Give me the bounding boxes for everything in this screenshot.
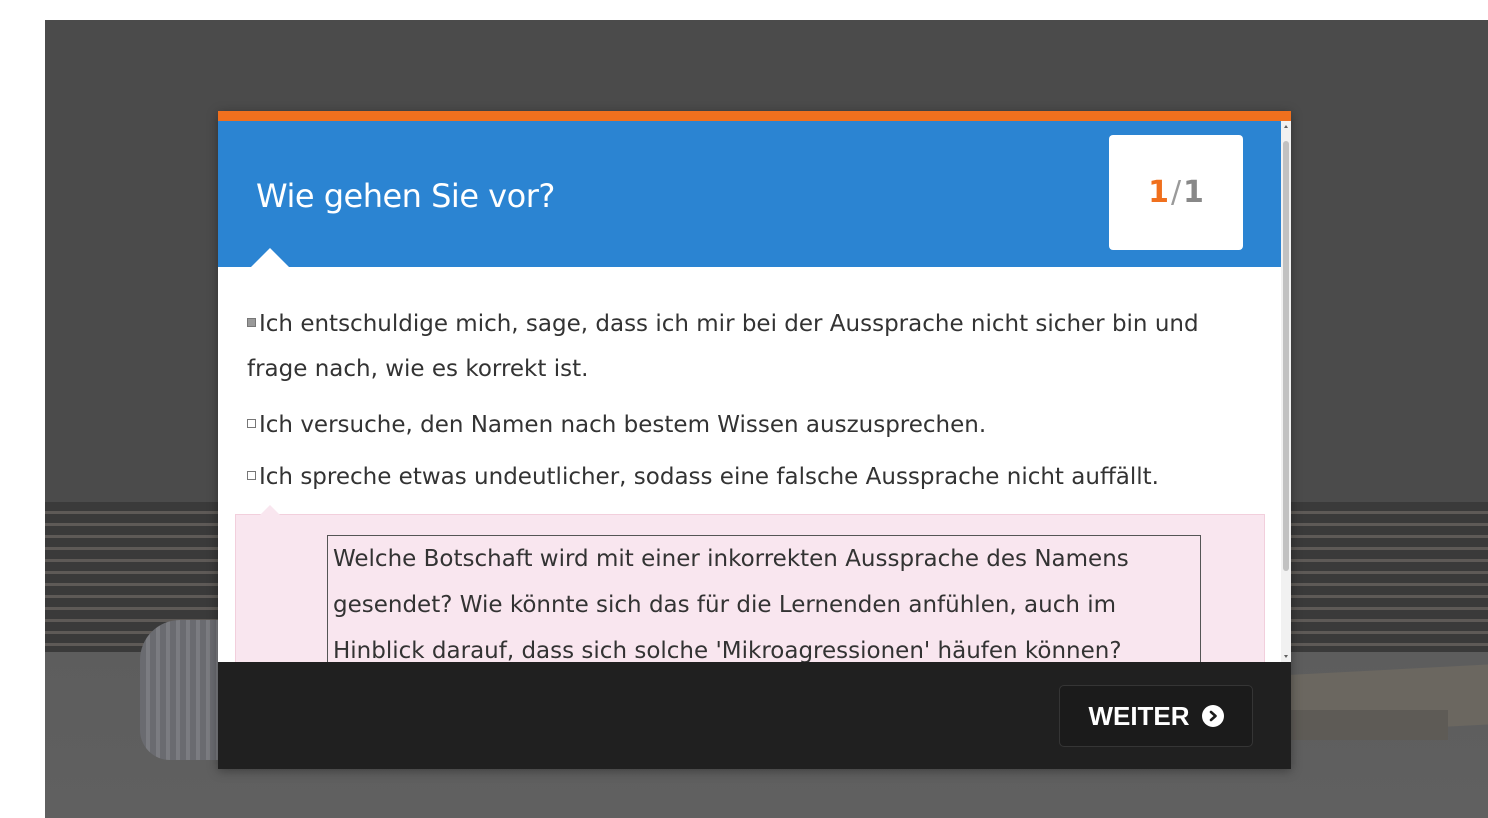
modal-footer: WEITER [218, 662, 1291, 769]
modal-accent-bar [218, 111, 1291, 121]
answer-option-2[interactable]: Ich versuche, den Namen nach bestem Wiss… [247, 403, 1237, 448]
feedback-text: Welche Botschaft wird mit einer inkorrek… [327, 535, 1201, 662]
scroll-up-arrow-icon[interactable] [1284, 125, 1288, 128]
content-scrollbar[interactable] [1281, 121, 1291, 662]
next-button[interactable]: WEITER [1059, 685, 1253, 747]
question-title: Wie gehen Sie vor? [256, 177, 555, 215]
checkbox-icon[interactable] [247, 419, 256, 428]
modal-header: Wie gehen Sie vor? 1 / 1 [218, 121, 1281, 267]
checkbox-checked-icon[interactable] [247, 318, 256, 327]
feedback-notch [260, 505, 280, 515]
background-papers-stack [1268, 710, 1448, 740]
answer-option-label: Ich versuche, den Namen nach bestem Wiss… [259, 412, 987, 438]
counter-total: 1 [1183, 175, 1204, 210]
counter-current: 1 [1148, 175, 1169, 210]
question-counter: 1 / 1 [1109, 135, 1243, 250]
header-notch [251, 248, 289, 267]
checkbox-icon[interactable] [247, 471, 256, 480]
chevron-circle-right-icon [1201, 705, 1224, 727]
answer-option-3[interactable]: Ich spreche etwas undeutlicher, sodass e… [247, 455, 1237, 500]
answer-option-label: Ich entschuldige mich, sage, dass ich mi… [247, 311, 1199, 382]
modal-content: Ich entschuldige mich, sage, dass ich mi… [218, 267, 1281, 662]
counter-separator: / [1170, 175, 1182, 210]
answer-option-1[interactable]: Ich entschuldige mich, sage, dass ich mi… [247, 302, 1237, 392]
next-button-label: WEITER [1088, 700, 1190, 731]
scroll-down-arrow-icon[interactable] [1284, 655, 1288, 658]
feedback-panel: Welche Botschaft wird mit einer inkorrek… [235, 505, 1265, 662]
answer-option-label: Ich spreche etwas undeutlicher, sodass e… [259, 464, 1159, 490]
question-modal: Wie gehen Sie vor? 1 / 1 Ich entschuldig… [218, 111, 1291, 769]
scrollbar-thumb[interactable] [1283, 141, 1289, 571]
